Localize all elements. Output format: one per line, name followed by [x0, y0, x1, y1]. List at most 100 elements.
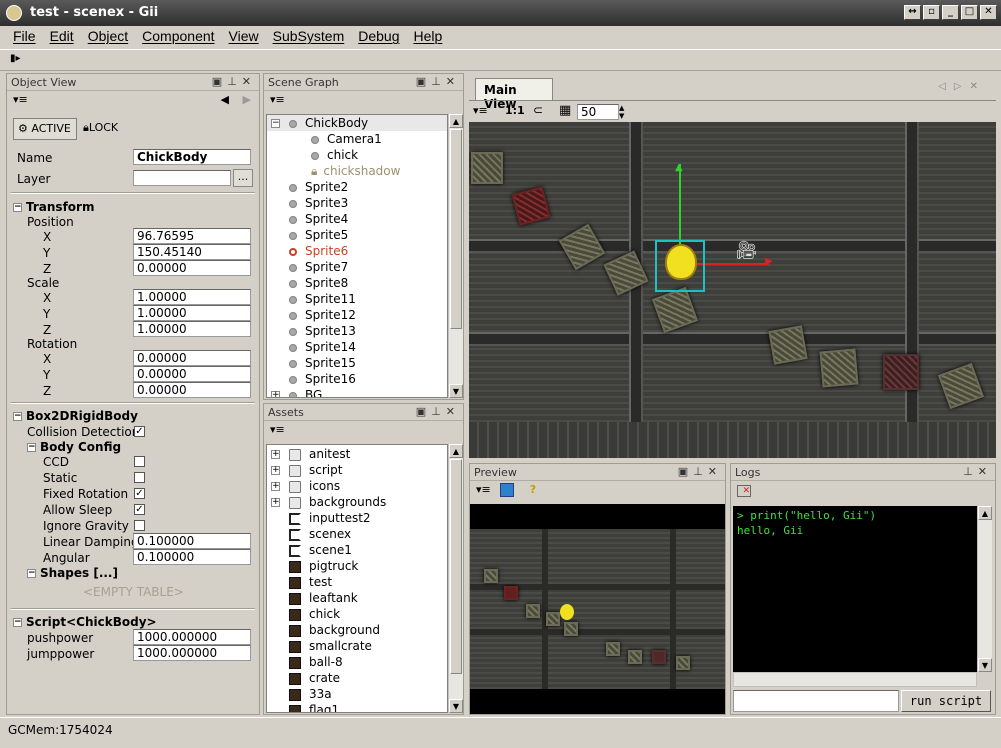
camera-icon[interactable]: 🎥︎	[735, 240, 765, 262]
asset-scene[interactable]: scene1	[289, 543, 352, 557]
layer-field[interactable]	[133, 170, 231, 186]
minimize-button[interactable]: _	[942, 5, 959, 20]
menu-debug[interactable]: Debug	[351, 26, 406, 48]
collapse-icon[interactable]: −	[13, 618, 22, 627]
asset-image[interactable]: pigtruck	[289, 559, 358, 573]
menu-component[interactable]: Component	[135, 26, 221, 48]
asset-image[interactable]: 33a	[289, 687, 332, 701]
layer-browse-button[interactable]: ...	[233, 169, 253, 187]
logs-hscrollbar[interactable]	[733, 672, 977, 687]
crate-sprite[interactable]	[883, 354, 919, 390]
expand-icon[interactable]: +	[271, 450, 280, 459]
back-arrow-icon[interactable]: ◀	[221, 93, 229, 106]
active-toggle[interactable]: ⚙ ACTIVE	[13, 118, 77, 140]
tab-nav-arrows[interactable]: ◁▷✕	[938, 81, 986, 92]
crate-sprite[interactable]	[768, 325, 808, 365]
tree-item[interactable]: chick	[311, 148, 358, 162]
tree-item[interactable]: Sprite2	[289, 180, 348, 194]
collapse-icon[interactable]: −	[13, 203, 22, 212]
tree-item-disabled[interactable]: Sprite6	[289, 244, 348, 258]
menu-subsystem[interactable]: SubSystem	[266, 26, 352, 48]
asset-folder[interactable]: backgrounds	[289, 495, 386, 509]
collision-checkbox[interactable]: ✓	[134, 426, 145, 437]
rot-z-field[interactable]: 0.00000	[133, 382, 251, 398]
scene-scrollbar[interactable]: ▲ ▼	[448, 114, 463, 398]
asset-image[interactable]: leaftank	[289, 591, 358, 605]
tree-item[interactable]: Sprite7	[289, 260, 348, 274]
pos-x-field[interactable]: 96.76595	[133, 228, 251, 244]
expand-icon[interactable]: +	[271, 498, 280, 507]
tree-item[interactable]: 🔒︎ chickshadow	[311, 164, 400, 179]
fixed-rotation-checkbox[interactable]: ✓	[134, 488, 145, 499]
tree-item[interactable]: Sprite13	[289, 324, 356, 338]
expand-icon[interactable]: +	[271, 466, 280, 475]
menu-edit[interactable]: Edit	[43, 26, 81, 48]
panel-buttons[interactable]: ▣⊥✕	[416, 75, 460, 88]
expand-icon[interactable]: +	[271, 482, 280, 491]
tree-item[interactable]: Sprite8	[289, 276, 348, 290]
grid-icon[interactable]: ▦	[559, 103, 571, 118]
tree-item[interactable]: Sprite5	[289, 228, 348, 242]
tree-item[interactable]: Sprite15	[289, 356, 356, 370]
panel-buttons[interactable]: ▣⊥✕	[678, 465, 722, 478]
close-button[interactable]: ✕	[980, 5, 997, 20]
collapse-icon[interactable]: −	[27, 569, 36, 578]
forward-arrow-icon[interactable]: ▶	[243, 93, 251, 106]
chick-sprite[interactable]	[665, 244, 697, 280]
scale-y-field[interactable]: 1.00000	[133, 305, 251, 321]
name-field[interactable]: ChickBody	[133, 149, 251, 165]
tree-item[interactable]: Sprite16	[289, 372, 356, 386]
run-script-button[interactable]: run script	[901, 690, 991, 712]
asset-image[interactable]: chick	[289, 607, 340, 621]
rot-y-field[interactable]: 0.00000	[133, 366, 251, 382]
tree-item-chickbody[interactable]: ChickBody	[289, 116, 368, 130]
menu-view[interactable]: View	[222, 26, 266, 48]
menu-arrow-icon[interactable]: ▾≡	[270, 423, 285, 436]
grid-size-field[interactable]: 50	[577, 104, 619, 120]
scale-x-field[interactable]: 1.00000	[133, 289, 251, 305]
play-pause-icon[interactable]: ▮▸	[10, 53, 21, 64]
tree-item[interactable]: Sprite4	[289, 212, 348, 226]
tree-item[interactable]: Sprite3	[289, 196, 348, 210]
script-input[interactable]	[733, 690, 899, 712]
ccd-checkbox[interactable]	[134, 456, 145, 467]
restore-small-icon[interactable]: ▫	[923, 5, 940, 20]
main-viewport[interactable]: ▲ ▶ 🎥︎	[469, 122, 996, 458]
asset-folder[interactable]: script	[289, 463, 342, 477]
rot-x-field[interactable]: 0.00000	[133, 350, 251, 366]
menu-help[interactable]: Help	[407, 26, 450, 48]
panel-buttons[interactable]: ▣⊥✕	[416, 405, 460, 418]
angular-field[interactable]: 0.100000	[133, 549, 251, 565]
pushpower-field[interactable]: 1000.000000	[133, 629, 251, 645]
menu-object[interactable]: Object	[81, 26, 135, 48]
assets-scrollbar[interactable]: ▲ ▼	[448, 444, 463, 713]
pos-y-field[interactable]: 150.45140	[133, 244, 251, 260]
asset-image[interactable]: flag1	[289, 703, 339, 712]
panel-buttons[interactable]: ⊥✕	[963, 465, 992, 478]
magnet-icon[interactable]: ⊂	[533, 103, 543, 117]
lock-toggle[interactable]: 🔒︎LOCK	[83, 121, 118, 135]
asset-folder[interactable]: icons	[289, 479, 340, 493]
tree-item[interactable]: Sprite12	[289, 308, 356, 322]
ignore-gravity-checkbox[interactable]	[134, 520, 145, 531]
tree-item[interactable]: Sprite14	[289, 340, 356, 354]
crate-sprite[interactable]	[819, 348, 859, 388]
help-icon[interactable]: ?	[530, 483, 536, 496]
scale-z-field[interactable]: 1.00000	[133, 321, 251, 337]
tab-main-view[interactable]: Main View	[475, 78, 553, 111]
menu-file[interactable]: File	[6, 26, 43, 48]
menu-arrow-icon[interactable]: ▾≡	[473, 104, 488, 117]
linear-damping-field[interactable]: 0.100000	[133, 533, 251, 549]
asset-image[interactable]: crate	[289, 671, 340, 685]
asset-image[interactable]: background	[289, 623, 380, 637]
ratio-button[interactable]: 1:1	[505, 104, 525, 117]
asset-scene[interactable]: scenex	[289, 527, 351, 541]
pos-z-field[interactable]: 0.00000	[133, 260, 251, 276]
asset-image[interactable]: test	[289, 575, 332, 589]
crate-sprite[interactable]	[471, 152, 503, 184]
tree-item[interactable]: Camera1	[311, 132, 382, 146]
menu-arrow-icon[interactable]: ▾≡	[476, 483, 491, 496]
tree-item[interactable]: Sprite11	[289, 292, 356, 306]
asset-scene[interactable]: inputtest2	[289, 511, 371, 525]
resize-icon[interactable]: ↔	[904, 5, 921, 20]
